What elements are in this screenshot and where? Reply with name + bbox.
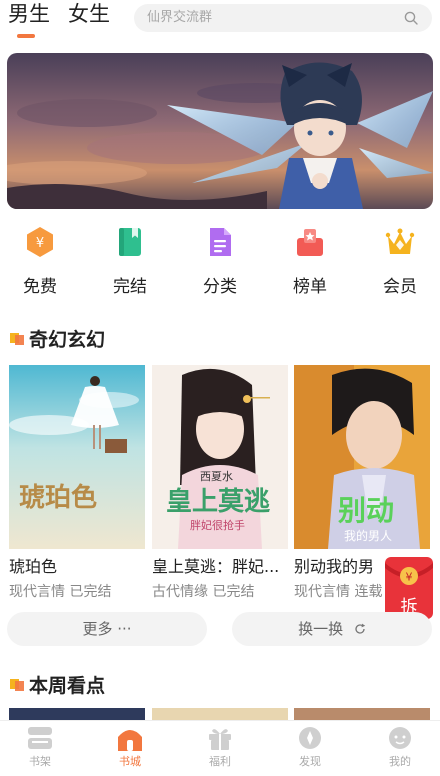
bookstore-icon — [118, 730, 142, 751]
book-cover-peek[interactable] — [294, 708, 430, 720]
nav-discover[interactable]: 发现 — [280, 721, 340, 776]
search-bar[interactable]: 仙界交流群 — [134, 4, 432, 32]
banner-carousel[interactable] — [7, 53, 433, 209]
section-mark-icon — [10, 679, 24, 691]
book-cover-subtitle: 胖妃很抢手 — [190, 519, 245, 532]
quick-link-label: 会员 — [383, 277, 417, 297]
book-cover-peek[interactable] — [152, 708, 288, 720]
svg-text:¥: ¥ — [36, 236, 44, 251]
profile-icon — [389, 727, 411, 749]
book-meta: 现代言情 已完结 — [9, 584, 112, 600]
quick-link-free[interactable]: ¥ 免费 — [5, 226, 75, 298]
book-meta: 古代情缘 已完结 — [152, 584, 255, 600]
search-icon[interactable] — [404, 11, 418, 25]
crown-icon — [385, 228, 415, 254]
book-title: 皇上莫逃：胖妃... — [152, 557, 280, 576]
nav-bookstore[interactable]: 书城 — [100, 721, 160, 776]
nav-label: 发现 — [299, 755, 321, 768]
nav-welfare[interactable]: 福利 — [190, 721, 250, 776]
quick-link-label: 榜单 — [293, 277, 327, 297]
quick-link-category[interactable]: 分类 — [185, 226, 255, 298]
search-placeholder: 仙界交流群 — [147, 10, 213, 25]
nav-profile[interactable]: 我的 — [370, 721, 430, 776]
tab-male[interactable]: 男生 — [8, 0, 50, 28]
quick-link-label: 免费 — [23, 277, 57, 297]
book-cover-title: 皇上莫逃 — [166, 487, 271, 517]
nav-label: 我的 — [389, 755, 411, 768]
gift-icon — [209, 729, 231, 750]
red-envelope-button[interactable]: ¥ 拆 — [384, 556, 434, 620]
section-title: 奇幻玄幻 — [29, 329, 106, 351]
tab-indicator — [17, 34, 35, 38]
ranking-icon — [297, 229, 323, 256]
refresh-label: 换一换 — [298, 620, 344, 638]
book-cover — [9, 365, 145, 549]
nav-label: 福利 — [209, 755, 231, 768]
quick-link-vip[interactable]: 会员 — [365, 226, 435, 298]
banner-image — [7, 53, 433, 209]
book-cover-title: 琥珀色 — [19, 483, 98, 513]
bookshelf-icon — [28, 727, 52, 749]
coin-hex-icon: ¥ — [27, 227, 53, 257]
top-bar: 男生 女生 仙界交流群 — [0, 0, 440, 44]
bottom-nav: 书架 书城 福利 发现 我的 — [0, 720, 440, 776]
quick-link-finished[interactable]: 完结 — [95, 226, 165, 298]
more-button[interactable]: 更多 ··· — [7, 612, 207, 646]
quick-link-label: 分类 — [203, 277, 237, 297]
quick-link-ranking[interactable]: 榜单 — [275, 226, 345, 298]
refresh-button[interactable]: 换一换 — [232, 612, 432, 646]
refresh-icon — [355, 623, 366, 634]
section-title: 本周看点 — [29, 675, 106, 697]
more-label: 更多 ··· — [82, 620, 132, 638]
book-title: 琥珀色 — [9, 557, 58, 576]
svg-text:¥: ¥ — [406, 571, 413, 584]
document-icon — [210, 228, 231, 256]
nav-bookshelf[interactable]: 书架 — [10, 721, 70, 776]
nav-label: 书架 — [29, 755, 51, 768]
book-cover-subtitle: 我的男人 — [344, 529, 393, 543]
section-mark-icon — [10, 333, 24, 345]
tab-female[interactable]: 女生 — [68, 0, 110, 28]
discover-icon — [299, 727, 321, 749]
nav-label: 书城 — [119, 755, 141, 768]
book-icon — [119, 228, 141, 256]
quick-link-label: 完结 — [113, 277, 147, 297]
book-cover-peek[interactable] — [9, 708, 145, 720]
book-cover-title: 别动 — [338, 494, 395, 527]
